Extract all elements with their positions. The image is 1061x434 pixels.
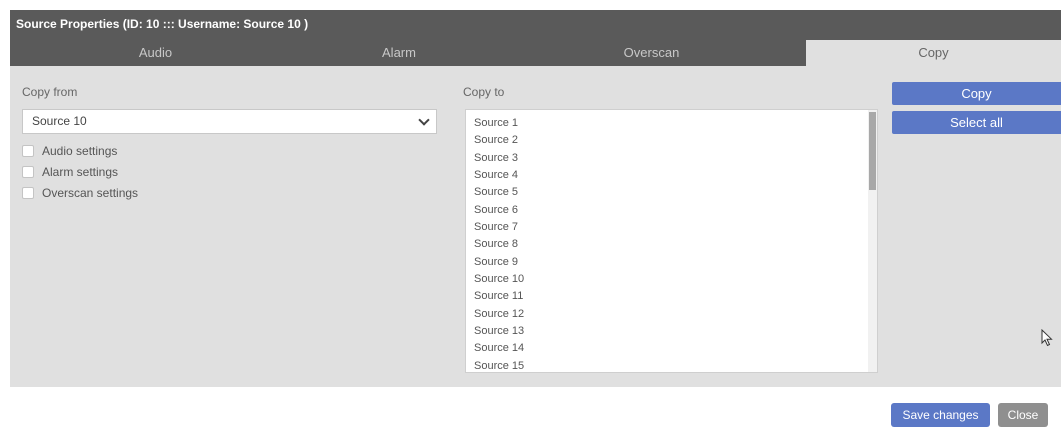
list-item[interactable]: Source 2 [474,132,524,149]
copy-to-label: Copy to [463,85,505,99]
list-item[interactable]: Source 1 [474,115,524,132]
list-item[interactable]: Source 5 [474,184,524,201]
audio-settings-checkbox[interactable] [22,145,34,157]
alarm-settings-option[interactable]: Alarm settings [22,164,118,180]
audio-settings-option[interactable]: Audio settings [22,143,117,159]
list-item[interactable]: Source 9 [474,254,524,271]
list-item[interactable]: Source 12 [474,306,524,323]
overscan-settings-label: Overscan settings [42,186,139,200]
tab-alarm[interactable]: Alarm [301,40,497,66]
copy-from-select[interactable]: Source 10 [22,109,437,134]
list-item[interactable]: Source 11 [474,288,524,305]
list-item[interactable]: Source 13 [474,323,524,340]
list-scrollbar-thumb[interactable] [869,112,876,190]
list-item[interactable]: Source 3 [474,150,524,167]
chevron-down-icon [418,114,430,126]
close-button[interactable]: Close [998,403,1048,427]
list-item[interactable]: Source 10 [474,271,524,288]
dialog-title: Source Properties (ID: 10 ::: Username: … [10,10,1061,40]
copy-to-items: Source 1 Source 2 Source 3 Source 4 Sour… [474,115,524,372]
tab-overscan[interactable]: Overscan [497,40,806,66]
save-changes-button[interactable]: Save changes [891,403,990,427]
copy-to-list[interactable]: Source 1 Source 2 Source 3 Source 4 Sour… [465,109,878,373]
list-item[interactable]: Source 8 [474,236,524,253]
list-item[interactable]: Source 15 [474,358,524,372]
tab-copy[interactable]: Copy [806,40,1061,66]
copy-from-selected-value: Source 10 [32,114,87,128]
tab-audio[interactable]: Audio [10,40,301,66]
list-item[interactable]: Source 4 [474,167,524,184]
list-item[interactable]: Source 7 [474,219,524,236]
overscan-settings-option[interactable]: Overscan settings [22,185,138,201]
alarm-settings-label: Alarm settings [42,165,119,179]
mouse-pointer-icon [1041,328,1053,352]
tab-bar: Audio Alarm Overscan Copy [10,40,1061,66]
overscan-settings-checkbox[interactable] [22,187,34,199]
audio-settings-label: Audio settings [42,144,118,158]
list-scrollbar[interactable] [868,110,877,372]
list-item[interactable]: Source 6 [474,202,524,219]
copy-button[interactable]: Copy [892,82,1061,105]
list-item[interactable]: Source 14 [474,340,524,357]
source-properties-dialog: Source Properties (ID: 10 ::: Username: … [10,10,1061,387]
select-all-button[interactable]: Select all [892,111,1061,134]
alarm-settings-checkbox[interactable] [22,166,34,178]
copy-from-label: Copy from [22,85,78,99]
